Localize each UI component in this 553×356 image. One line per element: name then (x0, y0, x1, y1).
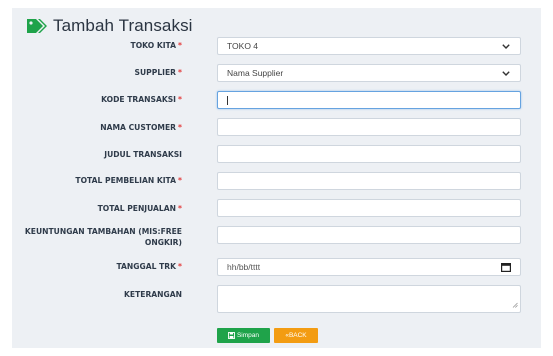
label-kode-transaksi: KODE TRANSAKSI * (101, 95, 182, 104)
text-caret (227, 95, 228, 105)
toko-kita-select[interactable]: TOKO 4 (217, 37, 521, 55)
label-total-pembelian-kita: TOTAL PEMBELIAN KITA * (75, 176, 182, 185)
calendar-icon[interactable] (501, 262, 511, 272)
back-button[interactable]: «BACK (274, 328, 318, 343)
required-mark: * (178, 41, 182, 50)
form-panel: Tambah Transaksi TOKO KITA * TOKO 4 SUPPL… (12, 8, 541, 348)
total-penjualan-input[interactable] (217, 199, 521, 217)
label-supplier: SUPPLIER * (134, 68, 182, 77)
required-mark: * (178, 204, 182, 213)
chevron-down-icon (501, 68, 511, 78)
judul-transaksi-input[interactable] (217, 145, 521, 163)
tanggal-trk-date-input[interactable]: hh/bb/tttt (217, 258, 521, 276)
label-toko-kita: TOKO KITA * (130, 41, 182, 50)
label-tanggal-trk: TANGGAL TRK * (116, 262, 182, 271)
label-keterangan: KETERANGAN (124, 290, 182, 299)
chevron-down-icon (501, 41, 511, 51)
label-total-penjualan: TOTAL PENJUALAN * (97, 204, 182, 213)
required-mark: * (178, 68, 182, 77)
kode-transaksi-input[interactable] (217, 91, 521, 109)
label-keuntungan-tambahan: KEUNTUNGAN TAMBAHAN (MIS:FREE ONGKIR) (24, 227, 182, 247)
required-mark: * (178, 95, 182, 104)
keterangan-textarea[interactable] (217, 285, 521, 313)
required-mark: * (178, 123, 182, 132)
label-nama-customer: NAMA CUSTOMER * (100, 123, 182, 132)
label-judul-transaksi: JUDUL TRANSAKSI (104, 150, 182, 159)
page-title-text: Tambah Transaksi (53, 16, 193, 35)
required-mark: * (178, 176, 182, 185)
keuntungan-tambahan-input[interactable] (217, 226, 521, 244)
total-pembelian-input[interactable] (217, 172, 521, 190)
required-mark: * (178, 262, 182, 271)
back-button-label: «BACK (285, 332, 307, 339)
resize-handle-icon[interactable] (512, 300, 518, 310)
save-button-label: Simpan (236, 332, 260, 339)
floppy-disk-icon (228, 332, 235, 339)
tag-icon (27, 19, 47, 33)
page-title: Tambah Transaksi (26, 15, 193, 37)
nama-customer-input[interactable] (217, 118, 521, 136)
save-button[interactable]: Simpan (217, 328, 270, 343)
supplier-select[interactable]: Nama Supplier (217, 64, 521, 82)
